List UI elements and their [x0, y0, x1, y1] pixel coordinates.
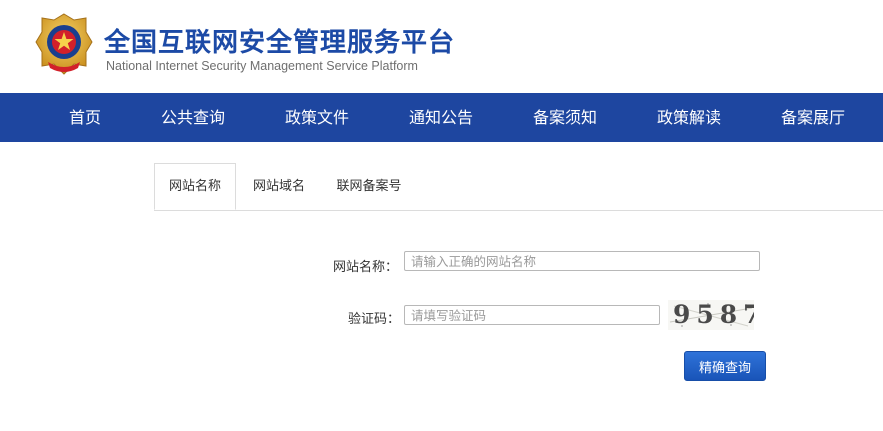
nav-item-filing-guide[interactable]: 备案须知 — [533, 93, 597, 142]
site-title: 全国互联网安全管理服务平台 — [104, 28, 456, 58]
nav-item-home[interactable]: 首页 — [69, 93, 101, 142]
site-name-label: 网站名称： — [333, 260, 399, 275]
nav-item-filing-hall[interactable]: 备案展厅 — [781, 93, 845, 142]
main-nav: 首页 公共查询 政策文件 通知公告 备案须知 政策解读 备案展厅 — [0, 93, 883, 142]
captcha-text: 9587 — [673, 300, 754, 329]
nav-item-notices[interactable]: 通知公告 — [409, 93, 473, 142]
query-tabs: 网站名称 网站域名 联网备案号 — [154, 163, 883, 211]
tab-site-domain[interactable]: 网站域名 — [246, 163, 312, 210]
tab-site-name[interactable]: 网站名称 — [154, 163, 236, 210]
captcha-image[interactable]: 9587 — [668, 300, 754, 330]
exact-search-button[interactable]: 精确查询 — [684, 351, 766, 381]
nav-item-public-query[interactable]: 公共查询 — [161, 93, 225, 142]
site-name-input[interactable] — [404, 251, 760, 271]
captcha-input[interactable] — [404, 305, 660, 325]
police-emblem-icon — [35, 13, 93, 75]
captcha-label: 验证码： — [348, 312, 401, 327]
nav-item-policy-interpretation[interactable]: 政策解读 — [657, 93, 721, 142]
nav-item-policy-documents[interactable]: 政策文件 — [285, 93, 349, 142]
header: 全国互联网安全管理服务平台 National Internet Security… — [0, 0, 883, 93]
site-subtitle: National Internet Security Management Se… — [106, 59, 418, 73]
tab-filing-number[interactable]: 联网备案号 — [330, 163, 408, 210]
